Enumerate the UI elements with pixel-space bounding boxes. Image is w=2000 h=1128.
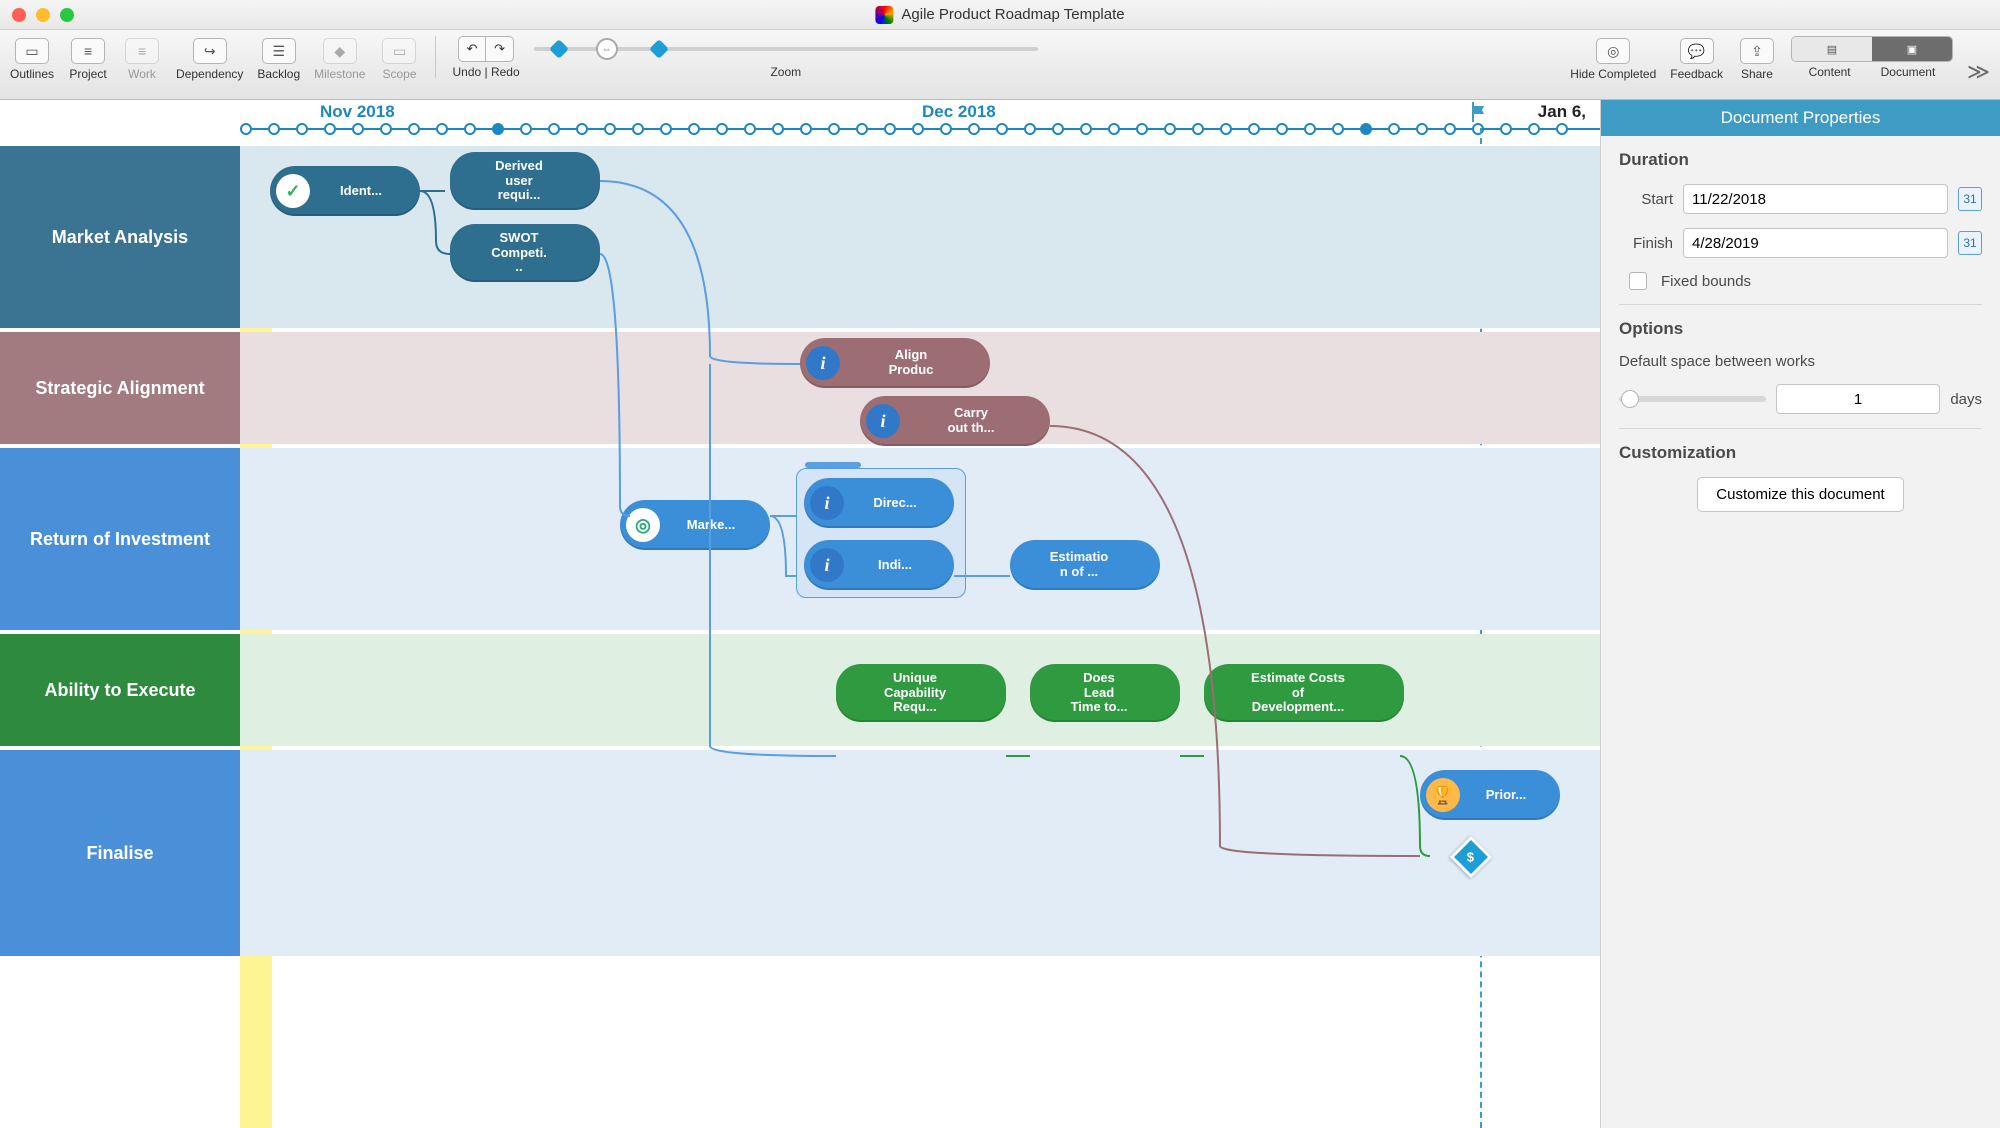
month-label: Nov 2018 bbox=[320, 102, 395, 122]
task-align[interactable]: iAlign Produc bbox=[800, 338, 990, 388]
task-estimation[interactable]: Estimatio n of ... bbox=[1010, 540, 1160, 590]
spacing-unit: days bbox=[1950, 391, 1982, 408]
backlog-button[interactable]: ☰Backlog bbox=[257, 36, 300, 81]
lane-label[interactable]: Strategic Alignment bbox=[0, 332, 240, 444]
share-button[interactable]: ⇪Share bbox=[1737, 36, 1777, 81]
dependency-button[interactable]: ↪Dependency bbox=[176, 36, 243, 81]
fixed-bounds-checkbox[interactable] bbox=[1629, 272, 1647, 290]
customization-heading: Customization bbox=[1619, 443, 1982, 463]
customize-button[interactable]: Customize this document bbox=[1697, 477, 1903, 512]
zoom-slider-group: ⇔ Zoom bbox=[534, 36, 1038, 79]
duration-heading: Duration bbox=[1619, 150, 1982, 170]
calendar-icon[interactable]: 31 bbox=[1958, 231, 1982, 255]
lane-finalise: Finalise 🏆Prior... $ bbox=[0, 750, 1600, 960]
spacing-slider[interactable] bbox=[1619, 396, 1766, 402]
scope-icon: ▭ bbox=[382, 38, 416, 64]
zoom-window-icon[interactable] bbox=[60, 8, 74, 22]
finish-label: Finish bbox=[1619, 235, 1673, 252]
info-icon: i bbox=[810, 486, 844, 520]
trophy-icon: 🏆 bbox=[1426, 778, 1460, 812]
work-icon: ≡ bbox=[125, 38, 159, 64]
inspector-title: Document Properties bbox=[1601, 100, 2000, 136]
zoom-slider[interactable]: ⇔ bbox=[534, 36, 1038, 62]
feedback-icon: 💬 bbox=[1680, 38, 1714, 64]
task-marketing[interactable]: ◎Marke... bbox=[620, 500, 770, 550]
check-icon: ✓ bbox=[276, 174, 310, 208]
start-date-field[interactable] bbox=[1683, 184, 1948, 214]
toolbar: ▭Outlines ≡Project ≡Work ↪Dependency ☰Ba… bbox=[0, 30, 2000, 100]
close-icon[interactable] bbox=[12, 8, 26, 22]
task-direct[interactable]: iDirec... bbox=[804, 478, 954, 528]
flag-icon bbox=[1468, 100, 1492, 124]
month-label: Dec 2018 bbox=[922, 102, 996, 122]
app-icon bbox=[875, 6, 893, 24]
task-prioritise[interactable]: 🏆Prior... bbox=[1420, 770, 1560, 820]
roadmap-canvas[interactable]: Nov 2018 Dec 2018 Jan 6, Market Analysis… bbox=[0, 100, 1600, 1128]
task-carry[interactable]: iCarry out th... bbox=[860, 396, 1050, 446]
slider-handle[interactable] bbox=[1621, 390, 1639, 408]
spacing-value-field[interactable] bbox=[1776, 384, 1941, 414]
inspector-panel: Document Properties Duration Start 31 Fi… bbox=[1600, 100, 2000, 1128]
info-icon: i bbox=[806, 346, 840, 380]
task-lead[interactable]: Does Lead Time to... bbox=[1030, 664, 1180, 722]
timeline-header: Nov 2018 Dec 2018 Jan 6, bbox=[0, 100, 1600, 128]
project-icon: ≡ bbox=[71, 38, 105, 64]
hide-completed-icon: ◎ bbox=[1596, 38, 1630, 64]
minimize-icon[interactable] bbox=[36, 8, 50, 22]
share-icon: ⇪ bbox=[1740, 38, 1774, 64]
milestone-icon: ◆ bbox=[323, 38, 357, 64]
timeline-ticks bbox=[240, 128, 1600, 146]
lane-label[interactable]: Finalise bbox=[0, 750, 240, 956]
lane-label[interactable]: Ability to Execute bbox=[0, 634, 240, 746]
undo-button[interactable]: ↶ bbox=[458, 36, 486, 62]
fixed-bounds-label: Fixed bounds bbox=[1661, 273, 1751, 290]
zoom-stop-icon bbox=[649, 39, 669, 59]
zoom-handle[interactable]: ⇔ bbox=[596, 38, 618, 60]
task-costs[interactable]: Estimate Costs of Development... bbox=[1204, 664, 1404, 722]
outlines-icon: ▭ bbox=[15, 38, 49, 64]
lane-execute: Ability to Execute Unique Capability Req… bbox=[0, 634, 1600, 750]
lane-strategic-alignment: Strategic Alignment iAlign Produc iCarry… bbox=[0, 332, 1600, 448]
tab-document[interactable]: ▣ bbox=[1872, 37, 1952, 61]
milestone-diamond[interactable]: $ bbox=[1450, 836, 1492, 878]
options-heading: Options bbox=[1619, 319, 1982, 339]
project-button[interactable]: ≡Project bbox=[68, 36, 108, 81]
redo-button[interactable]: ↷ bbox=[486, 36, 514, 62]
finish-date-field[interactable] bbox=[1683, 228, 1948, 258]
task-swot[interactable]: SWOT Competi. .. bbox=[450, 224, 600, 282]
tab-content[interactable]: ▤ bbox=[1792, 37, 1872, 61]
milestone-button[interactable]: ◆Milestone bbox=[314, 36, 365, 81]
target-icon: ◎ bbox=[626, 508, 660, 542]
task-unique[interactable]: Unique Capability Requ... bbox=[836, 664, 1006, 722]
titlebar: Agile Product Roadmap Template bbox=[0, 0, 2000, 30]
work-button[interactable]: ≡Work bbox=[122, 36, 162, 81]
undo-redo-group: ↶↷ Undo | Redo bbox=[452, 36, 519, 79]
toolbar-overflow-icon[interactable]: ≫ bbox=[1967, 51, 1990, 85]
info-icon: i bbox=[866, 404, 900, 438]
view-segmented: ▤ ▣ ContentDocument bbox=[1791, 36, 1953, 79]
window-title-text: Agile Product Roadmap Template bbox=[901, 6, 1124, 23]
dependency-icon: ↪ bbox=[193, 38, 227, 64]
window-controls bbox=[12, 8, 74, 22]
lane-market-analysis: Market Analysis ✓Ident... Derived user r… bbox=[0, 146, 1600, 332]
hide-completed-button[interactable]: ◎Hide Completed bbox=[1570, 36, 1656, 81]
start-label: Start bbox=[1619, 191, 1673, 208]
window-title: Agile Product Roadmap Template bbox=[875, 6, 1124, 24]
current-date-label: Jan 6, bbox=[1538, 102, 1586, 122]
lane-label[interactable]: Market Analysis bbox=[0, 146, 240, 328]
outlines-button[interactable]: ▭Outlines bbox=[10, 36, 54, 81]
task-indirect[interactable]: iIndi... bbox=[804, 540, 954, 590]
feedback-button[interactable]: 💬Feedback bbox=[1670, 36, 1723, 81]
scope-button[interactable]: ▭Scope bbox=[379, 36, 419, 81]
toolbar-separator bbox=[435, 36, 436, 78]
info-icon: i bbox=[810, 548, 844, 582]
lane-roi: Return of Investment ◎Marke... iDirec...… bbox=[0, 448, 1600, 634]
zoom-min-icon bbox=[549, 39, 569, 59]
calendar-icon[interactable]: 31 bbox=[1958, 187, 1982, 211]
lane-label[interactable]: Return of Investment bbox=[0, 448, 240, 630]
spacing-label: Default space between works bbox=[1619, 353, 1982, 370]
backlog-icon: ☰ bbox=[262, 38, 296, 64]
task-derived[interactable]: Derived user requi... bbox=[450, 152, 600, 210]
task-identify[interactable]: ✓Ident... bbox=[270, 166, 420, 216]
